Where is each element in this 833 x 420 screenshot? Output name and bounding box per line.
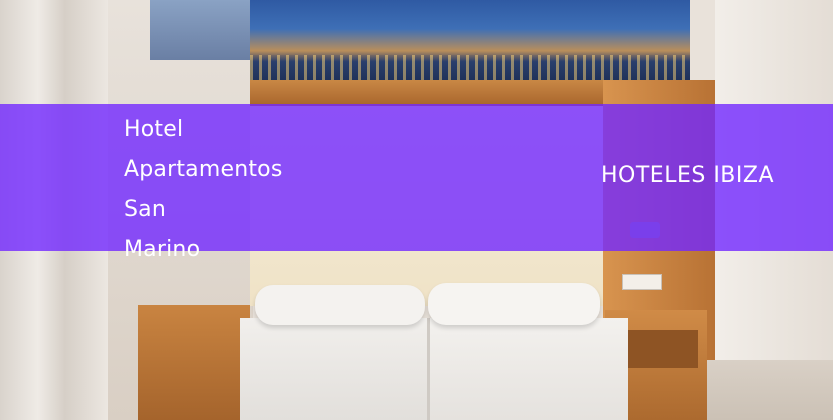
bed-gap [427, 318, 430, 420]
bed-right [428, 318, 628, 420]
panorama-edge [150, 0, 250, 60]
pillow-right [428, 283, 600, 325]
nightstand-shelf [620, 330, 698, 368]
category-label[interactable]: HOTELES IBIZA [601, 156, 774, 196]
wall-socket [622, 274, 662, 290]
hotel-name-title[interactable]: Hotel Apartamentos San Marino [124, 110, 324, 270]
city-lights [250, 55, 690, 80]
pillow-left [255, 285, 425, 325]
bed-left [240, 318, 430, 420]
nightstand-left [138, 305, 250, 420]
floor [707, 360, 833, 420]
